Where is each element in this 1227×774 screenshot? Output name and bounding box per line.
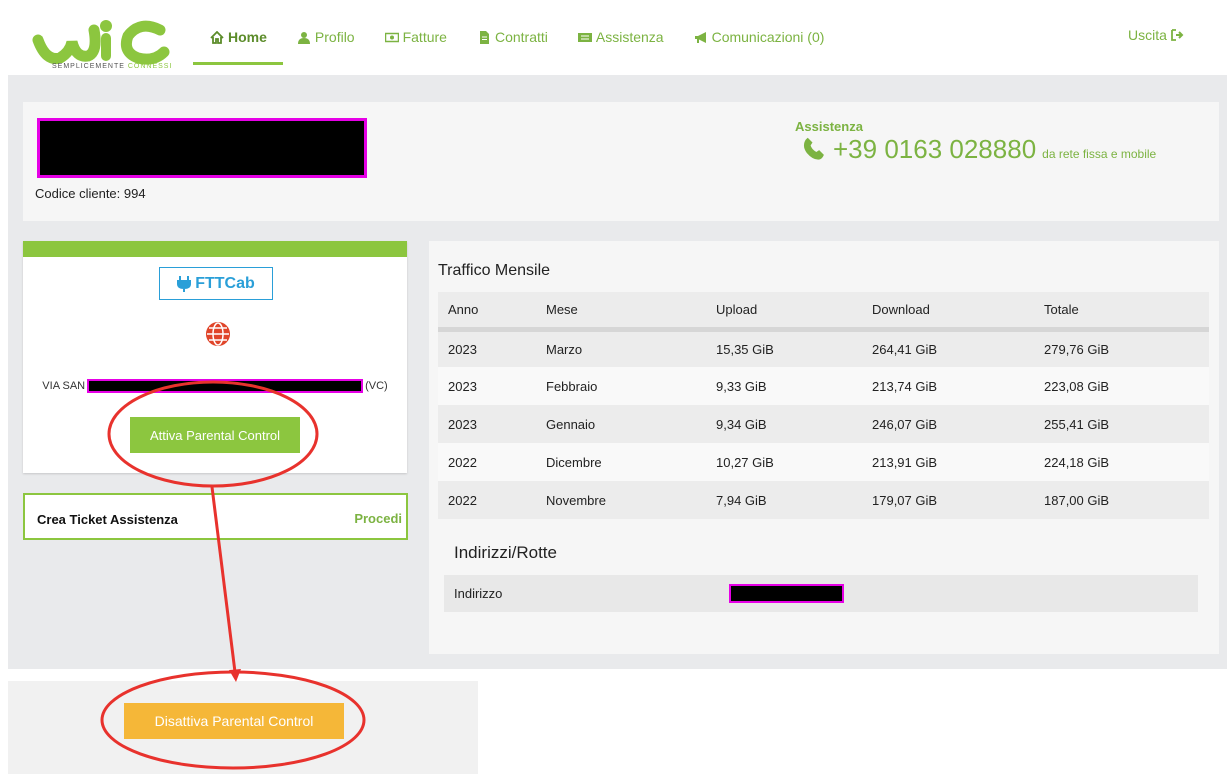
file-icon xyxy=(479,30,489,44)
cell-upload: 7,94 GiB xyxy=(706,481,862,519)
cell-anno: 2022 xyxy=(438,443,536,481)
address-prefix: VIA SAN xyxy=(42,380,86,392)
nav-profilo[interactable]: Profilo xyxy=(297,29,355,45)
cell-totale: 279,76 GiB xyxy=(1034,329,1209,367)
nav-fatture-label: Fatture xyxy=(402,29,447,45)
assistance-phone[interactable]: +39 0163 028880 da rete fissa e mobile xyxy=(797,134,1156,165)
cell-totale: 223,08 GiB xyxy=(1034,367,1209,405)
nav-contratti-label: Contratti xyxy=(494,29,548,45)
phone-icon xyxy=(803,137,824,160)
plug-icon xyxy=(177,275,192,292)
cell-download: 264,41 GiB xyxy=(862,329,1034,367)
logo-tagline: SEMPLICEMENTE CONNESSI xyxy=(52,63,173,70)
cell-mese: Gennaio xyxy=(536,405,706,443)
redacted-address xyxy=(87,379,364,393)
cell-upload: 10,27 GiB xyxy=(706,443,862,481)
nav-contratti[interactable]: Contratti xyxy=(477,29,548,45)
routes-row: Indirizzo xyxy=(444,575,1198,612)
col-upload: Upload xyxy=(706,292,862,332)
nav-profilo-label: Profilo xyxy=(314,29,355,45)
col-anno: Anno xyxy=(438,292,536,332)
table-header-row: Anno Mese Upload Download Totale xyxy=(438,292,1209,332)
assistance-label: Assistenza xyxy=(795,119,863,134)
col-download: Download xyxy=(862,292,1034,332)
logout-label: Uscita xyxy=(1128,27,1167,43)
cell-anno: 2022 xyxy=(438,481,536,519)
cell-totale: 224,18 GiB xyxy=(1034,443,1209,481)
address-suffix: (VC) xyxy=(365,380,388,392)
connection-card: FTTCab VIA SAN (VC) Attiva Parental Cont… xyxy=(23,241,407,473)
globe-icon xyxy=(206,322,230,346)
cell-anno: 2023 xyxy=(438,367,536,405)
ticket-icon xyxy=(577,32,592,42)
cell-totale: 255,41 GiB xyxy=(1034,405,1209,443)
connection-card-header xyxy=(23,241,407,257)
create-ticket-link[interactable]: Procedi xyxy=(354,511,402,526)
main-nav: Home Profilo Fatture Contratti Assistenz… xyxy=(210,27,854,47)
table-row: 2023 Marzo 15,35 GiB 264,41 GiB 279,76 G… xyxy=(438,329,1209,367)
cell-upload: 9,33 GiB xyxy=(706,367,862,405)
cell-mese: Marzo xyxy=(536,329,706,367)
nav-home[interactable]: Home xyxy=(210,29,267,45)
cell-download: 213,74 GiB xyxy=(862,367,1034,405)
nav-fatture[interactable]: Fatture xyxy=(384,29,447,45)
user-icon xyxy=(297,31,310,44)
redacted-customer-name xyxy=(37,118,367,178)
phone-number: +39 0163 028880 xyxy=(833,134,1037,164)
nav-assistenza[interactable]: Assistenza xyxy=(577,29,664,45)
top-navbar: SEMPLICEMENTE CONNESSI Home Profilo Fatt… xyxy=(0,0,1227,75)
table-row: 2023 Gennaio 9,34 GiB 246,07 GiB 255,41 … xyxy=(438,405,1209,443)
redacted-ip-address xyxy=(729,584,844,603)
traffic-table: Anno Mese Upload Download Totale 2023 Ma… xyxy=(438,292,1209,519)
table-row: 2022 Novembre 7,94 GiB 179,07 GiB 187,00… xyxy=(438,481,1209,519)
routes-title: Indirizzi/Rotte xyxy=(454,543,557,562)
customer-code: Codice cliente: 994 xyxy=(35,186,146,201)
col-totale: Totale xyxy=(1034,292,1209,332)
money-icon xyxy=(384,32,399,42)
tech-badge: FTTCab xyxy=(159,267,273,300)
deactivate-parental-control-button[interactable]: Disattiva Parental Control xyxy=(124,703,344,739)
cell-upload: 9,34 GiB xyxy=(706,405,862,443)
nav-assistenza-label: Assistenza xyxy=(595,29,664,45)
traffic-title: Traffico Mensile xyxy=(438,262,551,279)
cell-upload: 15,35 GiB xyxy=(706,329,862,367)
cell-mese: Febbraio xyxy=(536,367,706,405)
nav-active-indicator xyxy=(193,62,283,65)
tech-label: FTTCab xyxy=(195,274,255,292)
cell-totale: 187,00 GiB xyxy=(1034,481,1209,519)
megaphone-icon xyxy=(694,31,706,43)
home-icon xyxy=(210,30,224,44)
cell-download: 246,07 GiB xyxy=(862,405,1034,443)
cell-download: 179,07 GiB xyxy=(862,481,1034,519)
create-ticket-card[interactable]: Crea Ticket Assistenza Procedi xyxy=(23,493,408,540)
cell-download: 213,91 GiB xyxy=(862,443,1034,481)
cell-anno: 2023 xyxy=(438,329,536,367)
cell-mese: Novembre xyxy=(536,481,706,519)
cell-anno: 2023 xyxy=(438,405,536,443)
table-row: 2023 Febbraio 9,33 GiB 213,74 GiB 223,08… xyxy=(438,367,1209,405)
table-row: 2022 Dicembre 10,27 GiB 213,91 GiB 224,1… xyxy=(438,443,1209,481)
create-ticket-title: Crea Ticket Assistenza xyxy=(37,512,178,527)
connection-address: VIA SAN (VC) xyxy=(23,379,407,393)
nav-home-label: Home xyxy=(228,29,267,45)
phone-note: da rete fissa e mobile xyxy=(1042,147,1157,161)
routes-address-label: Indirizzo xyxy=(454,586,503,601)
sign-out-icon xyxy=(1171,29,1184,41)
nav-comunicazioni[interactable]: Comunicazioni (0) xyxy=(694,29,825,45)
nav-comunicazioni-label: Comunicazioni (0) xyxy=(711,29,825,45)
cell-mese: Dicembre xyxy=(536,443,706,481)
logout-link[interactable]: Uscita xyxy=(1128,27,1184,43)
col-mese: Mese xyxy=(536,292,706,332)
activate-parental-control-button[interactable]: Attiva Parental Control xyxy=(130,417,300,453)
